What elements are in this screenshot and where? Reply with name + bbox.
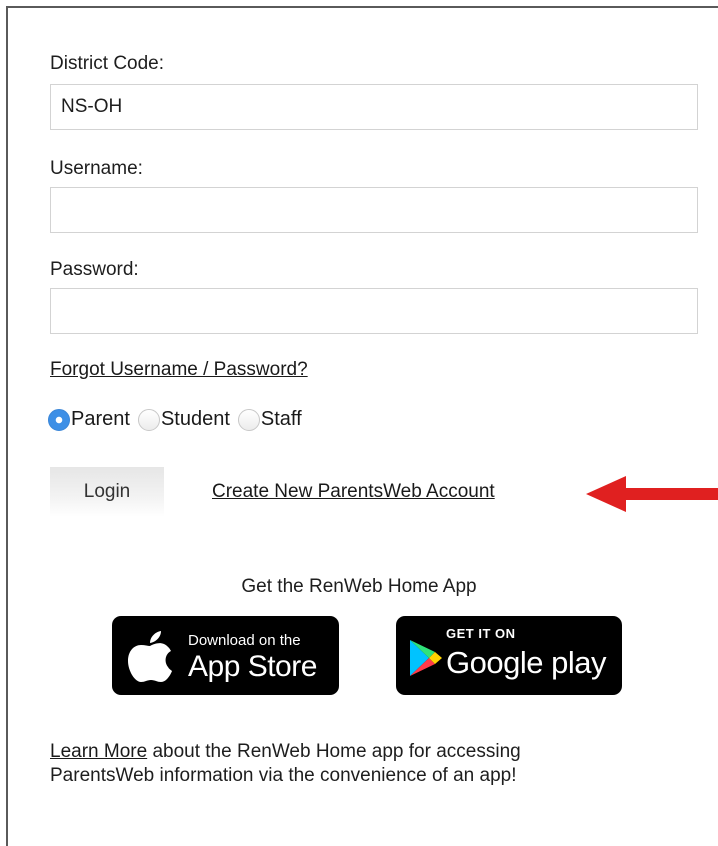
role-option-parent[interactable]: Parent bbox=[48, 408, 130, 431]
learn-more-link[interactable]: Learn More bbox=[50, 741, 147, 762]
app-heading: Get the RenWeb Home App bbox=[241, 576, 477, 597]
create-account-link[interactable]: Create New ParentsWeb Account bbox=[212, 481, 495, 503]
login-button[interactable]: Login bbox=[50, 467, 164, 517]
google-play-badge[interactable]: GET IT ON Google play bbox=[396, 616, 622, 695]
student-radio[interactable] bbox=[137, 408, 160, 431]
google-play-icon bbox=[410, 640, 442, 676]
parent-radio-label: Parent bbox=[71, 408, 130, 430]
app-store-badge[interactable]: Download on the App Store bbox=[112, 616, 339, 695]
learn-more-line1: about the RenWeb Home app for accessing bbox=[147, 741, 521, 762]
parent-radio[interactable] bbox=[48, 408, 70, 431]
learn-more-line2: ParentsWeb information via the convenien… bbox=[50, 765, 517, 786]
password-label: Password: bbox=[50, 259, 139, 280]
role-option-staff[interactable]: Staff bbox=[237, 408, 302, 431]
google-play-badge-big: Google play bbox=[446, 645, 606, 680]
staff-radio-label: Staff bbox=[260, 408, 302, 430]
staff-radio[interactable] bbox=[237, 408, 260, 431]
forgot-credentials-link[interactable]: Forgot Username / Password? bbox=[50, 359, 308, 381]
role-option-student[interactable]: Student bbox=[137, 408, 230, 431]
district-code-input[interactable] bbox=[50, 84, 698, 130]
username-label: Username: bbox=[50, 158, 143, 179]
username-input[interactable] bbox=[50, 187, 698, 233]
student-radio-label: Student bbox=[160, 408, 230, 430]
google-play-badge-small: GET IT ON bbox=[446, 626, 516, 641]
password-input[interactable] bbox=[50, 288, 698, 334]
apple-icon bbox=[128, 631, 172, 682]
district-code-label: District Code: bbox=[50, 53, 165, 74]
app-store-badge-small: Download on the bbox=[188, 632, 301, 649]
role-radio-group: Parent Student Staff bbox=[48, 408, 310, 431]
learn-more-text: Learn More about the RenWeb Home app for… bbox=[50, 740, 690, 788]
red-arrow-annotation bbox=[586, 476, 718, 512]
app-store-badge-big: App Store bbox=[188, 650, 317, 683]
